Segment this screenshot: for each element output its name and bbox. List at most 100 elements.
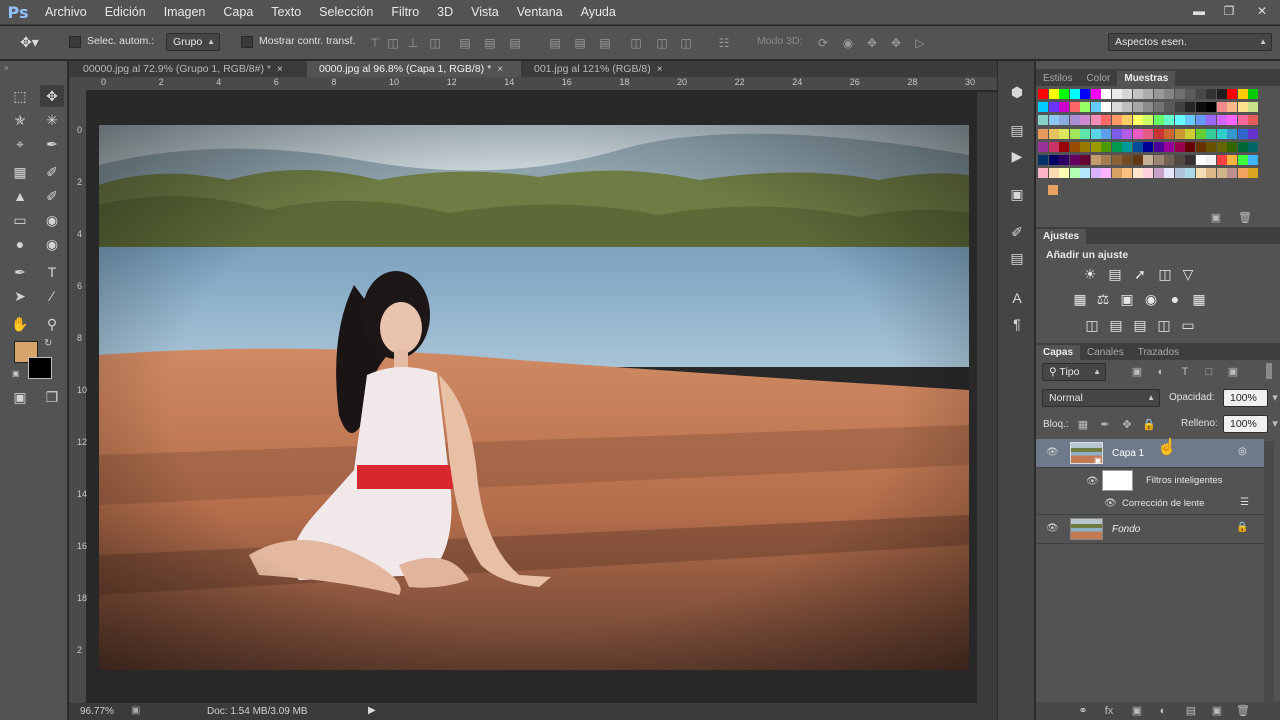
color-swatch[interactable] (1195, 141, 1206, 152)
tab-trazados[interactable]: Trazados (1131, 345, 1186, 360)
minimize-icon[interactable]: ▬ (1184, 1, 1214, 21)
lasso-tool-icon[interactable]: ✯ (8, 109, 32, 131)
filter-options-icon[interactable]: ☰ (1240, 497, 1249, 508)
color-swatch[interactable] (1038, 141, 1048, 152)
3d-panel-icon[interactable]: ⬢ (1006, 81, 1028, 103)
background-color-swatch[interactable] (28, 357, 52, 379)
move-tool-icon[interactable]: ✥ (40, 85, 64, 107)
menu-seleccion[interactable]: Selección (310, 0, 382, 25)
photo-filter-icon[interactable]: ◉ (1142, 290, 1160, 308)
color-swatch[interactable] (1237, 89, 1248, 99)
color-swatch[interactable] (1153, 102, 1164, 113)
color-swatch[interactable] (1111, 102, 1122, 113)
color-swatch[interactable] (1111, 128, 1122, 139)
layer-filter-dropdown[interactable]: ⚲ Tipo ▲ (1042, 363, 1106, 381)
marquee-tool-icon[interactable]: ⬚ (8, 85, 32, 107)
color-lookup-icon[interactable]: ▦ (1190, 290, 1208, 308)
3d-scale-icon[interactable]: ▷ (912, 35, 928, 51)
color-swatch[interactable] (1153, 141, 1164, 152)
color-swatch[interactable] (1164, 168, 1174, 179)
threshold-icon[interactable]: ▤ (1131, 316, 1149, 334)
color-swatch[interactable] (1069, 128, 1080, 139)
tab-canales[interactable]: Canales (1080, 345, 1131, 360)
color-swatch[interactable] (1038, 155, 1048, 165)
color-swatch[interactable] (1080, 128, 1090, 139)
color-swatch[interactable] (1206, 128, 1216, 139)
color-swatch[interactable] (1038, 128, 1048, 139)
color-swatch[interactable] (1174, 89, 1185, 99)
color-swatch[interactable] (1216, 115, 1227, 126)
opacity-arrow-icon[interactable]: ▾ (1268, 391, 1280, 405)
layer-row-fondo[interactable]: 👁 Fondo 🔒 (1036, 515, 1264, 544)
menu-ayuda[interactable]: Ayuda (572, 0, 625, 25)
color-swatch[interactable] (1122, 141, 1132, 152)
color-swatch[interactable] (1185, 128, 1195, 139)
color-swatch[interactable] (1069, 155, 1080, 165)
delete-layer-icon[interactable]: 🗑 (1236, 704, 1250, 718)
color-swatch[interactable] (1059, 115, 1069, 126)
color-swatch[interactable] (1090, 141, 1101, 152)
move-tool-icon[interactable]: ✥▾ (20, 34, 39, 51)
document-image[interactable] (99, 125, 969, 670)
color-swatch[interactable] (1048, 185, 1058, 195)
color-swatch[interactable] (1185, 168, 1195, 179)
clone-stamp-tool-icon[interactable]: ▲ (8, 185, 32, 207)
color-swatch[interactable] (1143, 89, 1153, 99)
color-swatch[interactable] (1122, 128, 1132, 139)
distribute-left-icon[interactable]: ▤ (597, 35, 613, 51)
color-swatch[interactable] (1090, 155, 1101, 165)
lock-transparency-icon[interactable]: ▦ (1076, 418, 1090, 432)
color-swatch[interactable] (1101, 141, 1111, 152)
magic-wand-tool-icon[interactable]: ✳ (40, 109, 64, 131)
align-bottom-icon[interactable]: ⊥ (405, 35, 421, 51)
filter-toggle[interactable] (1266, 363, 1272, 379)
color-swatch[interactable] (1237, 128, 1248, 139)
color-swatch[interactable] (1195, 115, 1206, 126)
color-swatch[interactable] (1248, 115, 1258, 126)
layers-scrollbar[interactable] (1264, 441, 1274, 709)
filter-mask-thumbnail[interactable] (1102, 470, 1133, 491)
black-white-icon[interactable]: ▣ (1118, 290, 1136, 308)
color-swatch[interactable] (1090, 168, 1101, 179)
3d-slide-icon[interactable]: ✥ (888, 35, 904, 51)
smart-filter-visibility-icon[interactable]: ◎ (1238, 446, 1247, 457)
color-swatch[interactable] (1101, 168, 1111, 179)
color-swatch[interactable] (1216, 128, 1227, 139)
color-swatch[interactable] (1080, 141, 1090, 152)
color-swatch[interactable] (1227, 141, 1237, 152)
close-icon[interactable]: × (657, 64, 663, 75)
color-swatch[interactable] (1164, 155, 1174, 165)
color-swatch[interactable] (1185, 89, 1195, 99)
dodge-tool-icon[interactable]: ◉ (40, 233, 64, 255)
color-swatch[interactable] (1059, 102, 1069, 113)
filter-shape-icon[interactable]: □ (1202, 365, 1216, 379)
color-swatch[interactable] (1216, 89, 1227, 99)
color-swatch[interactable] (1080, 168, 1090, 179)
color-swatch[interactable] (1237, 102, 1248, 113)
new-swatch-icon[interactable]: ▣ (1209, 211, 1223, 225)
paragraph-panel-icon[interactable]: ¶ (1006, 313, 1028, 335)
color-swatch[interactable] (1174, 155, 1185, 165)
align-top-icon[interactable]: ⊤ (367, 35, 383, 51)
curves-adjust-icon[interactable]: ➚ (1131, 265, 1149, 283)
color-swatch[interactable] (1227, 155, 1237, 165)
opacity-field[interactable]: 100% (1223, 389, 1268, 407)
brush-tool-icon[interactable]: ✐ (40, 161, 64, 183)
color-swatch[interactable] (1101, 115, 1111, 126)
distribute-top-icon[interactable]: ▤ (507, 35, 523, 51)
color-swatch[interactable] (1185, 102, 1195, 113)
color-swatch[interactable] (1048, 141, 1059, 152)
status-info-icon[interactable]: ▣ (131, 705, 140, 716)
restore-icon[interactable]: ❐ (1214, 1, 1244, 21)
hue-saturation-icon[interactable]: ▦ (1071, 290, 1089, 308)
color-swatch[interactable] (1143, 155, 1153, 165)
visibility-eye-icon[interactable]: 👁 (1086, 477, 1099, 487)
align-hcenter-icon[interactable]: ▤ (457, 35, 473, 51)
path-selection-tool-icon[interactable]: ➤ (8, 285, 32, 307)
hand-tool-icon[interactable]: ✋ (8, 313, 32, 335)
close-icon[interactable]: × (277, 64, 283, 75)
visibility-eye-icon[interactable]: 👁 (1046, 448, 1059, 458)
link-layers-icon[interactable]: ⚭ (1076, 704, 1090, 718)
color-swatch[interactable] (1122, 155, 1132, 165)
color-swatch[interactable] (1248, 155, 1258, 165)
